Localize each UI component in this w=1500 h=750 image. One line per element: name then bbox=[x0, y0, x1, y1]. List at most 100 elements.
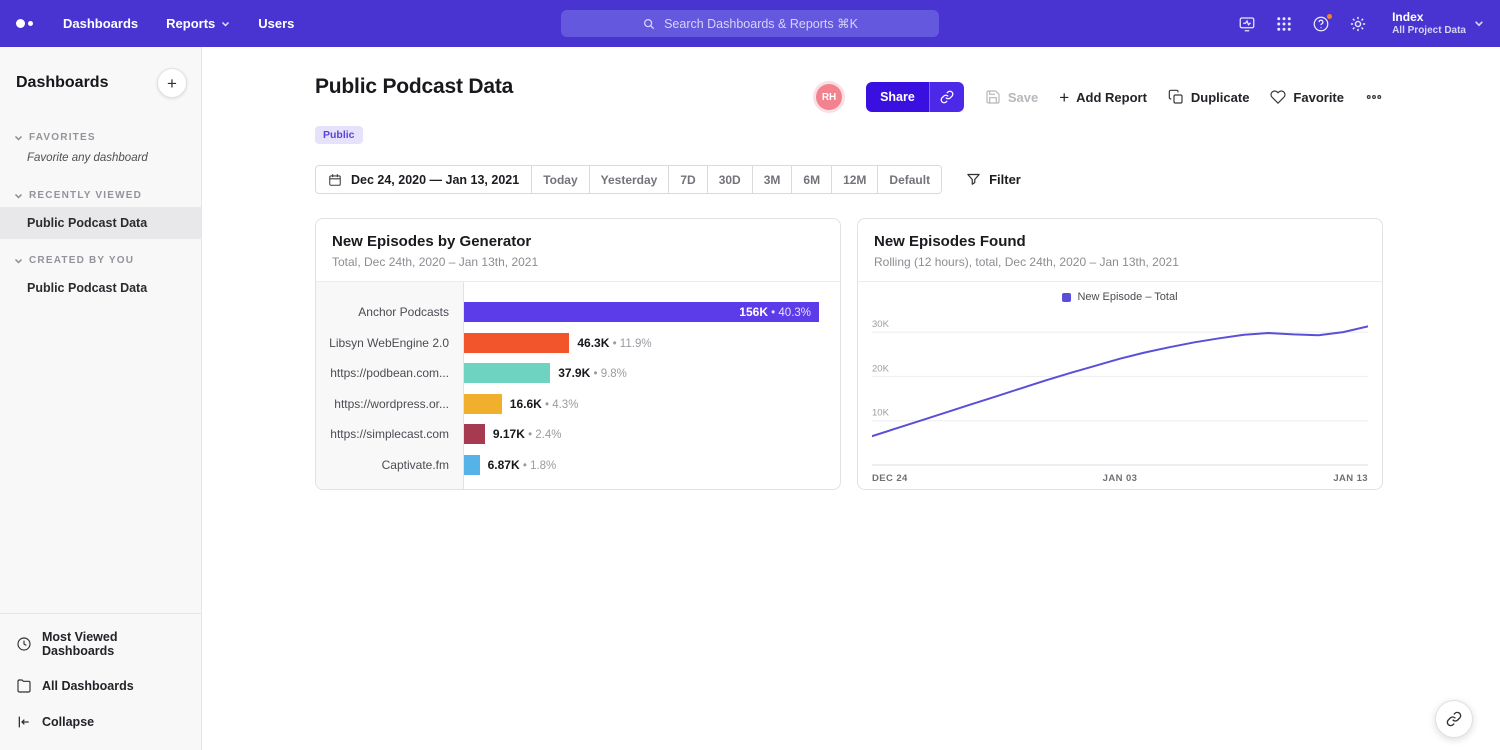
chart-legend[interactable]: New Episode – Total bbox=[872, 291, 1368, 303]
add-report-button[interactable]: + Add Report bbox=[1059, 89, 1147, 106]
title-block: Public Podcast Data Public bbox=[315, 75, 513, 144]
line-chart-card-header[interactable]: New Episodes Found Rolling (12 hours), t… bbox=[858, 219, 1382, 282]
sidebar: Dashboards + FAVORITES Favorite any dash… bbox=[0, 47, 202, 750]
save-button[interactable]: Save bbox=[985, 89, 1038, 105]
bar-segment[interactable] bbox=[464, 424, 485, 444]
preset-button-default[interactable]: Default bbox=[877, 166, 941, 193]
nav-reports[interactable]: Reports bbox=[166, 16, 230, 31]
created-by-you-section-header[interactable]: CREATED BY YOU bbox=[0, 247, 201, 272]
preset-button-6m[interactable]: 6M bbox=[791, 166, 831, 193]
filter-button[interactable]: Filter bbox=[966, 172, 1021, 187]
favorites-section-header[interactable]: FAVORITES bbox=[0, 124, 201, 149]
topbar: Dashboards Reports Users Search Dashboar… bbox=[0, 0, 1500, 47]
filter-label: Filter bbox=[989, 172, 1021, 187]
copy-link-fab[interactable] bbox=[1435, 700, 1473, 738]
mixpanel-logo[interactable] bbox=[16, 19, 33, 28]
more-options-button[interactable] bbox=[1365, 88, 1383, 106]
chevron-down-icon bbox=[221, 21, 230, 27]
bar-chart-labels: Anchor PodcastsLibsyn WebEngine 2.0https… bbox=[316, 282, 464, 490]
bar-category-label: Captivate.fm bbox=[316, 450, 463, 481]
recently-viewed-section-header[interactable]: RECENTLY VIEWED bbox=[0, 182, 201, 207]
favorite-button[interactable]: Favorite bbox=[1270, 89, 1344, 105]
svg-text:JAN 03: JAN 03 bbox=[1103, 473, 1138, 484]
copy-share-link-button[interactable] bbox=[929, 82, 964, 112]
preset-button-12m[interactable]: 12M bbox=[831, 166, 877, 193]
bar-row: 9.17K • 2.4% bbox=[464, 419, 830, 450]
nav-reports-label: Reports bbox=[166, 16, 215, 31]
collapse-label: Collapse bbox=[42, 715, 94, 729]
more-dots-icon bbox=[1365, 88, 1383, 106]
collapse-icon bbox=[16, 714, 32, 730]
alerts-icon[interactable] bbox=[1238, 15, 1256, 33]
preset-button-3m[interactable]: 3M bbox=[752, 166, 792, 193]
bar-segment[interactable] bbox=[464, 363, 550, 383]
top-nav: Dashboards Reports Users bbox=[63, 16, 294, 31]
all-dashboards-item[interactable]: All Dashboards bbox=[0, 668, 201, 704]
add-report-label: Add Report bbox=[1076, 90, 1147, 105]
folder-icon bbox=[16, 678, 32, 694]
bar-chart-card: New Episodes by Generator Total, Dec 24t… bbox=[315, 218, 841, 490]
project-name: Index bbox=[1392, 10, 1466, 25]
preset-button-today[interactable]: Today bbox=[531, 166, 588, 193]
clock-icon bbox=[16, 636, 32, 652]
most-viewed-dashboards-item[interactable]: Most Viewed Dashboards bbox=[0, 620, 201, 668]
search-icon bbox=[642, 17, 656, 31]
duplicate-button[interactable]: Duplicate bbox=[1168, 89, 1250, 105]
all-dashboards-label: All Dashboards bbox=[42, 679, 134, 693]
sidebar-title: Dashboards bbox=[16, 74, 108, 92]
sidebar-item-public-podcast-data-created[interactable]: Public Podcast Data bbox=[0, 272, 201, 304]
card-title: New Episodes Found bbox=[874, 233, 1366, 250]
nav-users-label: Users bbox=[258, 16, 294, 31]
created-by-you-header-label: CREATED BY YOU bbox=[29, 255, 134, 266]
save-label: Save bbox=[1008, 90, 1038, 105]
bar-row: 6.87K • 1.8% bbox=[464, 450, 830, 481]
date-range-label: Dec 24, 2020 — Jan 13, 2021 bbox=[351, 173, 519, 187]
bar-segment[interactable] bbox=[464, 394, 502, 414]
line-chart-card: New Episodes Found Rolling (12 hours), t… bbox=[857, 218, 1383, 490]
bar-segment[interactable]: 156K • 40.3% bbox=[464, 302, 819, 322]
preset-button-30d[interactable]: 30D bbox=[707, 166, 752, 193]
page-title: Public Podcast Data bbox=[315, 75, 513, 99]
add-dashboard-button[interactable]: + bbox=[157, 68, 187, 98]
bar-segment[interactable] bbox=[464, 333, 569, 353]
bar-row: 156K • 40.3% bbox=[464, 297, 830, 328]
chevron-down-icon bbox=[1474, 20, 1484, 27]
line-chart-svg[interactable]: 10K20K30KDEC 24JAN 03JAN 13 bbox=[872, 310, 1368, 488]
notification-dot bbox=[1326, 13, 1333, 20]
bar-category-label: Libsyn WebEngine 2.0 bbox=[316, 328, 463, 359]
date-presets: TodayYesterday7D30D3M6M12MDefault bbox=[531, 166, 941, 193]
date-range-picker[interactable]: Dec 24, 2020 — Jan 13, 2021 bbox=[316, 166, 531, 193]
bar-chart: Anchor PodcastsLibsyn WebEngine 2.0https… bbox=[316, 282, 840, 490]
logo-dot-small bbox=[28, 21, 33, 26]
share-button[interactable]: Share bbox=[866, 82, 929, 112]
help-icon[interactable] bbox=[1312, 15, 1330, 33]
sidebar-item-public-podcast-data[interactable]: Public Podcast Data bbox=[0, 207, 201, 239]
visibility-badge: Public bbox=[315, 126, 363, 144]
preset-button-7d[interactable]: 7D bbox=[668, 166, 706, 193]
card-title: New Episodes by Generator bbox=[332, 233, 824, 250]
main-content: Public Podcast Data Public RH Share Save… bbox=[202, 47, 1500, 750]
search-input[interactable]: Search Dashboards & Reports ⌘K bbox=[561, 10, 939, 37]
bar-value-label: 37.9K • 9.8% bbox=[558, 366, 627, 380]
collapse-sidebar-item[interactable]: Collapse bbox=[0, 704, 201, 740]
avatar[interactable]: RH bbox=[816, 84, 842, 110]
bar-value-label: 156K • 40.3% bbox=[739, 305, 819, 319]
bar-category-label: https://simplecast.com bbox=[316, 419, 463, 450]
legend-label: New Episode – Total bbox=[1077, 291, 1177, 303]
most-viewed-label: Most Viewed Dashboards bbox=[42, 630, 185, 658]
funnel-icon bbox=[966, 172, 981, 187]
apps-grid-icon[interactable] bbox=[1275, 15, 1293, 33]
settings-gear-icon[interactable] bbox=[1349, 15, 1367, 33]
date-range-control: Dec 24, 2020 — Jan 13, 2021 TodayYesterd… bbox=[315, 165, 942, 194]
preset-button-yesterday[interactable]: Yesterday bbox=[589, 166, 669, 193]
chevron-down-icon bbox=[14, 258, 23, 264]
project-switcher[interactable]: Index All Project Data bbox=[1392, 10, 1484, 38]
nav-dashboards[interactable]: Dashboards bbox=[63, 16, 138, 31]
bar-chart-card-header[interactable]: New Episodes by Generator Total, Dec 24t… bbox=[316, 219, 840, 282]
nav-dashboards-label: Dashboards bbox=[63, 16, 138, 31]
bar-segment[interactable] bbox=[464, 455, 480, 475]
nav-users[interactable]: Users bbox=[258, 16, 294, 31]
bar-category-label: https://wordpress.or... bbox=[316, 389, 463, 420]
favorites-section: FAVORITES Favorite any dashboard bbox=[0, 124, 201, 174]
bar-row: 37.9K • 9.8% bbox=[464, 358, 830, 389]
